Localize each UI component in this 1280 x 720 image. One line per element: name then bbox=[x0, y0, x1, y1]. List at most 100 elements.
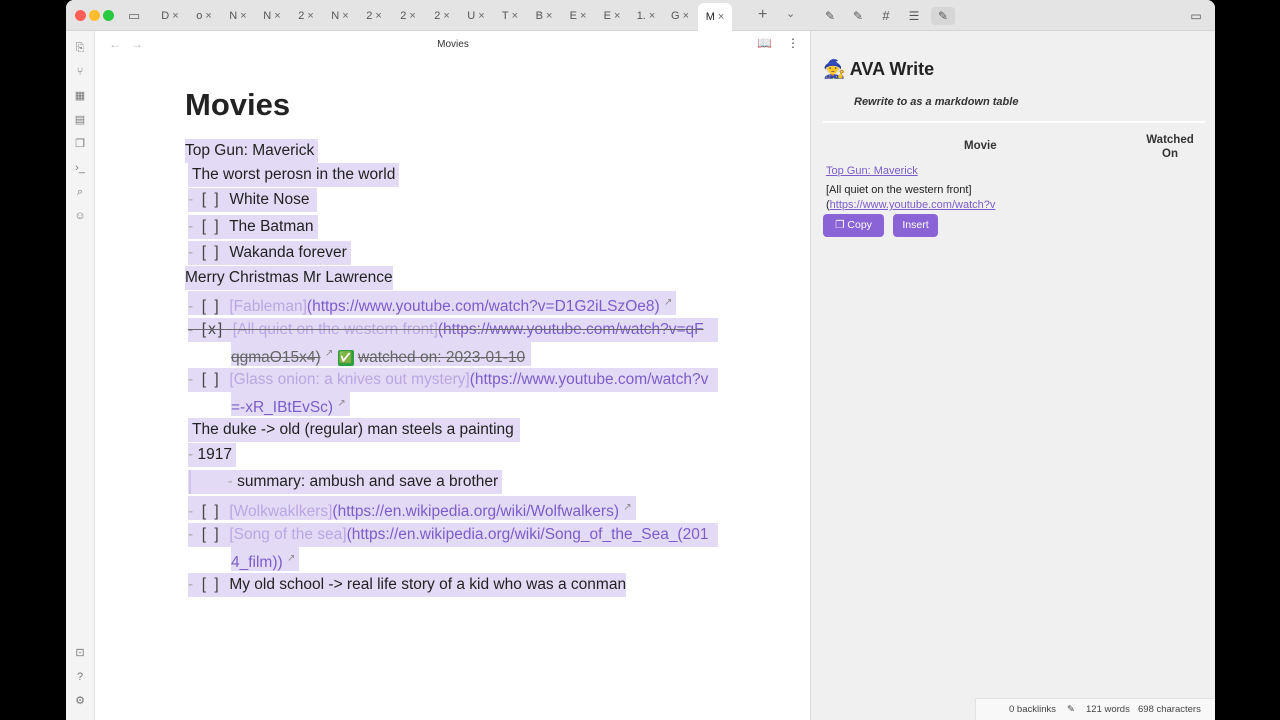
close-tab-icon[interactable]: × bbox=[478, 10, 484, 22]
task-checkbox[interactable]: [ ] bbox=[202, 218, 221, 235]
command-palette-icon[interactable]: ›_ bbox=[71, 159, 89, 177]
tab[interactable]: G × bbox=[664, 4, 696, 28]
task-item[interactable]: - [ ] [Glass onion: a knives out mystery… bbox=[188, 368, 718, 392]
close-tab-icon[interactable]: × bbox=[274, 10, 280, 22]
tags-icon[interactable]: # bbox=[877, 7, 895, 25]
list-item[interactable]: The worst perosn in the world bbox=[188, 163, 400, 187]
close-tab-icon[interactable]: × bbox=[240, 10, 246, 22]
close-tab-icon[interactable]: × bbox=[409, 10, 415, 22]
right-sidebar-toggle-icon[interactable]: ▭ bbox=[1187, 7, 1205, 25]
task-item[interactable]: - [ ] My old school -> real life story o… bbox=[188, 573, 627, 597]
ava-write-icon[interactable]: ✎ bbox=[931, 7, 955, 25]
close-tab-icon[interactable]: × bbox=[546, 10, 552, 22]
canvas-icon[interactable]: ▦ bbox=[71, 87, 89, 105]
list-item[interactable]: The duke -> old (regular) man steels a p… bbox=[188, 418, 520, 442]
search-icon[interactable]: ⌕ bbox=[71, 183, 89, 201]
task-checkbox[interactable]: [ ] bbox=[202, 576, 221, 593]
link-url[interactable]: (https://www.youtube.com/watch?v=D1G2iLS… bbox=[307, 298, 660, 315]
vault-icon[interactable]: ⊡ bbox=[71, 644, 89, 662]
tab[interactable]: D × bbox=[154, 4, 186, 28]
close-tab-icon[interactable]: × bbox=[614, 10, 620, 22]
task-checkbox[interactable]: [ ] bbox=[202, 244, 221, 261]
task-checkbox[interactable]: [ ] bbox=[202, 526, 221, 543]
task-checkbox[interactable]: [ ] bbox=[202, 191, 221, 208]
close-tab-icon[interactable]: × bbox=[683, 10, 689, 22]
task-item-done-cont[interactable]: qgmaO15x4) ↗ ✅ watched on: 2023-01-10 bbox=[231, 342, 532, 366]
close-tab-icon[interactable]: × bbox=[307, 10, 313, 22]
close-tab-icon[interactable]: × bbox=[443, 10, 449, 22]
tab-list-chevron-icon[interactable]: ⌄ bbox=[786, 7, 795, 20]
link-url[interactable]: (https://en.wikipedia.org/wiki/Wolfwalke… bbox=[332, 503, 619, 520]
ai-icon[interactable]: ✎ bbox=[821, 7, 839, 25]
edit-icon[interactable]: ✎ bbox=[1067, 699, 1075, 720]
link-url[interactable]: =-xR_IBtEvSc) bbox=[231, 399, 333, 416]
close-tab-icon[interactable]: × bbox=[205, 10, 211, 22]
link-url[interactable]: qgmaO15x4) bbox=[231, 349, 321, 366]
tab[interactable]: 2 × bbox=[358, 4, 390, 28]
task-item[interactable]: - [ ] [Wolkwaklkers](https://en.wikipedi… bbox=[188, 496, 636, 520]
note-header-title[interactable]: Movies bbox=[95, 39, 811, 50]
close-tab-icon[interactable]: × bbox=[375, 10, 381, 22]
link-text[interactable]: Glass onion: a knives out mystery bbox=[234, 371, 466, 388]
tab[interactable]: N × bbox=[222, 4, 254, 28]
tab[interactable]: N × bbox=[324, 4, 356, 28]
tab[interactable]: E × bbox=[596, 4, 628, 28]
copy-button[interactable]: ❐ Copy bbox=[823, 214, 884, 237]
close-tab-icon[interactable]: × bbox=[342, 10, 348, 22]
list-item-nested[interactable]: - summary: ambush and save a brother bbox=[188, 470, 503, 494]
task-checkbox[interactable]: [ ] bbox=[202, 371, 221, 388]
task-item-cont[interactable]: 4_film)) ↗ bbox=[231, 547, 300, 571]
tab[interactable]: 1. × bbox=[630, 4, 662, 28]
close-tab-icon[interactable]: × bbox=[649, 10, 655, 22]
help-icon[interactable]: ? bbox=[71, 668, 89, 686]
daily-note-icon[interactable]: ▤ bbox=[71, 111, 89, 129]
close-tab-icon[interactable]: × bbox=[718, 11, 724, 23]
link-text[interactable]: All quiet on the western front bbox=[237, 321, 433, 338]
task-item[interactable]: - [ ] [Fableman](https://www.youtube.com… bbox=[188, 291, 677, 315]
insert-button[interactable]: Insert bbox=[893, 214, 938, 237]
link-url[interactable]: 4_film)) bbox=[231, 554, 283, 571]
task-item[interactable]: - [ ] The Batman bbox=[188, 215, 318, 239]
note-title[interactable]: Movies bbox=[185, 87, 290, 123]
tab[interactable]: M × bbox=[698, 3, 732, 31]
external-link-icon[interactable]: ↗ bbox=[337, 398, 345, 409]
ai-settings-icon[interactable]: ✎ bbox=[849, 7, 867, 25]
tab[interactable]: B × bbox=[528, 4, 560, 28]
task-item-done[interactable]: - [x] [All quiet on the western front](h… bbox=[188, 318, 718, 342]
external-link-icon[interactable]: ↗ bbox=[287, 553, 295, 564]
new-tab-button[interactable]: + bbox=[758, 6, 767, 24]
link-text[interactable]: Song of the sea bbox=[234, 526, 343, 543]
external-link-icon[interactable]: ↗ bbox=[325, 348, 333, 359]
graph-view-icon[interactable]: ⑂ bbox=[71, 63, 89, 81]
tab[interactable]: N × bbox=[256, 4, 288, 28]
task-checkbox[interactable]: [ ] bbox=[202, 298, 221, 315]
open-quick-switcher-icon[interactable]: ⎘ bbox=[71, 39, 89, 57]
tab[interactable]: o × bbox=[188, 4, 220, 28]
maximize-window-button[interactable] bbox=[103, 10, 114, 21]
tab[interactable]: 2 × bbox=[426, 4, 458, 28]
task-item[interactable]: - [ ] White Nose bbox=[188, 188, 318, 212]
task-item-cont[interactable]: =-xR_IBtEvSc) ↗ bbox=[231, 392, 350, 416]
link-text[interactable]: Wolkwaklkers bbox=[234, 503, 328, 520]
link-url[interactable]: (https://en.wikipedia.org/wiki/Song_of_t… bbox=[347, 526, 709, 543]
reading-view-icon[interactable]: 📖 bbox=[757, 36, 772, 50]
external-link-icon[interactable]: ↗ bbox=[623, 502, 631, 513]
sidebar-toggle-icon[interactable]: ▭ bbox=[128, 8, 140, 24]
task-item[interactable]: - [ ] [Song of the sea](https://en.wikip… bbox=[188, 523, 718, 547]
table-cell-link[interactable]: Top Gun: Maverick bbox=[826, 165, 918, 177]
task-item[interactable]: - [ ] Wakanda forever bbox=[188, 241, 351, 265]
settings-icon[interactable]: ⚙ bbox=[71, 692, 89, 710]
backlinks-count[interactable]: 0 backlinks bbox=[1009, 699, 1056, 720]
list-item[interactable]: - 1917 bbox=[188, 443, 236, 467]
tab[interactable]: T × bbox=[494, 4, 526, 28]
minimize-window-button[interactable] bbox=[89, 10, 100, 21]
external-link-icon[interactable]: ↗ bbox=[664, 297, 672, 308]
task-checkbox[interactable]: [ ] bbox=[202, 503, 221, 520]
list-item[interactable]: Merry Christmas Mr Lawrence bbox=[185, 266, 393, 290]
cell-link[interactable]: https://www.youtube.com/watch?v bbox=[830, 199, 996, 211]
tab[interactable]: 2 × bbox=[290, 4, 322, 28]
close-tab-icon[interactable]: × bbox=[512, 10, 518, 22]
close-tab-icon[interactable]: × bbox=[172, 10, 178, 22]
tab[interactable]: 2 × bbox=[392, 4, 424, 28]
link-url[interactable]: (https://www.youtube.com/watch?v=qF bbox=[438, 321, 704, 338]
